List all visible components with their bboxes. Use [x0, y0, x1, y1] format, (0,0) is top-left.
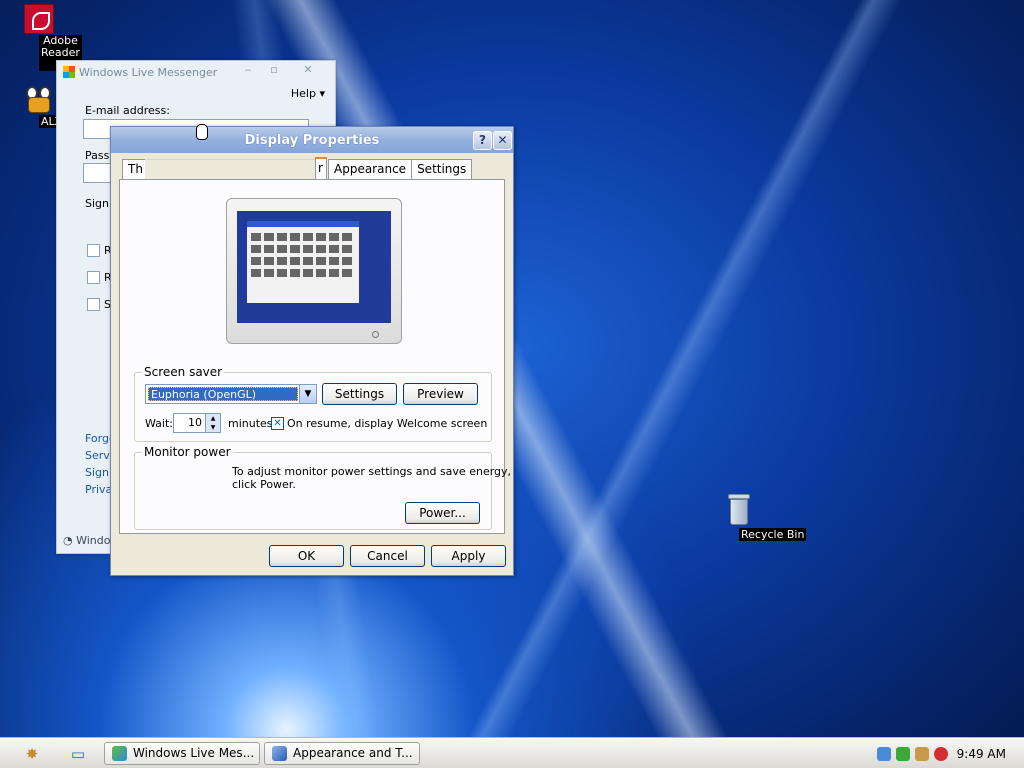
help-menu[interactable]: Help ▾ [291, 87, 325, 100]
screen-saver-group-label: Screen saver [142, 365, 225, 379]
sign-in-auto-checkbox[interactable] [87, 298, 100, 311]
monitor-power-text: click Power. [232, 478, 296, 491]
email-label: E-mail address: [85, 104, 170, 117]
tab-settings[interactable]: Settings [411, 159, 473, 179]
ok-button[interactable]: OK [269, 545, 344, 567]
messenger-logo-icon [63, 66, 75, 78]
taskbar-item-appearance[interactable]: Appearance and T... [264, 742, 420, 765]
privacy-link[interactable]: Priva [85, 483, 112, 496]
screen-saver-group: Screen saver Euphoria (OpenGL) ▼ Setting… [134, 365, 492, 442]
alert-icon[interactable] [934, 747, 948, 761]
messenger-icon [112, 746, 127, 761]
control-panel-icon [272, 746, 287, 761]
monitor-preview [226, 198, 402, 344]
wait-value: 10 [188, 416, 202, 429]
messenger-titlebar[interactable]: Windows Live Messenger [57, 61, 335, 83]
wait-minutes-stepper[interactable]: 10 ▲ ▼ [173, 413, 221, 433]
resume-welcome-label: On resume, display Welcome screen [287, 417, 488, 430]
show-desktop-icon[interactable]: ▭ [68, 744, 88, 764]
clock[interactable]: 9:49 AM [957, 747, 1006, 761]
tab-screen-saver[interactable]: r [315, 157, 327, 179]
desktop-icon-label: Recycle Bin [739, 528, 807, 541]
wait-label: Wait: [145, 417, 173, 430]
taskbar-item-messenger[interactable]: Windows Live Mes... [104, 742, 260, 765]
tab-themes[interactable]: Th [122, 159, 146, 179]
tab-appearance[interactable]: Appearance [328, 159, 413, 179]
screen-saver-selected: Euphoria (OpenGL) [148, 387, 298, 401]
maximize-icon[interactable]: ▫ [263, 63, 285, 77]
cancel-button[interactable]: Cancel [350, 545, 425, 567]
monitor-power-text: To adjust monitor power settings and sav… [232, 465, 512, 478]
start-menu-icon[interactable]: ✸ [22, 744, 42, 764]
monitor-power-group-label: Monitor power [142, 445, 233, 459]
help-icon[interactable]: ? [473, 131, 492, 150]
messenger-tray-icon[interactable] [915, 747, 929, 761]
network-icon[interactable] [877, 747, 891, 761]
sign-up-link[interactable]: Sign [85, 466, 109, 479]
apply-button[interactable]: Apply [431, 545, 506, 567]
security-shield-icon[interactable] [896, 747, 910, 761]
preview-screen [237, 211, 391, 323]
remember-checkbox[interactable] [87, 244, 100, 257]
tab-strip: Th r Appearance Settings [122, 157, 473, 179]
dialog-titlebar[interactable]: Display Properties [111, 127, 513, 153]
tab-strip-gap [145, 159, 315, 179]
power-button[interactable]: Power... [405, 502, 480, 524]
remember-password-checkbox[interactable] [87, 271, 100, 284]
recycle-bin-icon [726, 494, 752, 526]
settings-button[interactable]: Settings [322, 383, 397, 405]
close-icon[interactable]: ✕ [493, 131, 512, 150]
display-properties-dialog[interactable]: Display Properties ? ✕ Th r Appearance S… [110, 126, 514, 576]
monitor-power-group: Monitor power To adjust monitor power se… [134, 445, 511, 530]
preview-window [247, 221, 359, 303]
resume-welcome-checkbox[interactable]: ✕ [271, 417, 284, 430]
adobe-reader-icon [24, 4, 54, 34]
screen-saver-select[interactable]: Euphoria (OpenGL) ▼ [145, 384, 317, 404]
service-link[interactable]: Servi [85, 449, 113, 462]
desktop-icon-adobe-reader[interactable]: Adobe Reader 8 [8, 4, 82, 71]
chevron-down-icon[interactable]: ▼ [299, 385, 316, 403]
dialog-title: Display Properties [244, 132, 380, 148]
alzip-icon [24, 84, 54, 114]
minutes-label: minutes [228, 417, 273, 430]
minimize-icon[interactable]: ‒ [237, 63, 259, 77]
power-led-icon [372, 331, 379, 338]
close-icon[interactable]: ✕ [297, 63, 319, 77]
windows-logo-icon: ◔ [63, 534, 73, 547]
desktop-icon-recycle-bin[interactable]: Recycle Bin [708, 494, 807, 541]
taskbar: ✸ ▭ Windows Live Mes... Appearance and T… [0, 738, 1024, 768]
preview-button[interactable]: Preview [403, 383, 478, 405]
messenger-title: Windows Live Messenger [79, 65, 218, 79]
screen-saver-panel: Screen saver Euphoria (OpenGL) ▼ Setting… [119, 179, 511, 534]
mouse-cursor-icon [196, 124, 208, 140]
spin-arrows-icon[interactable]: ▲ ▼ [205, 414, 220, 432]
